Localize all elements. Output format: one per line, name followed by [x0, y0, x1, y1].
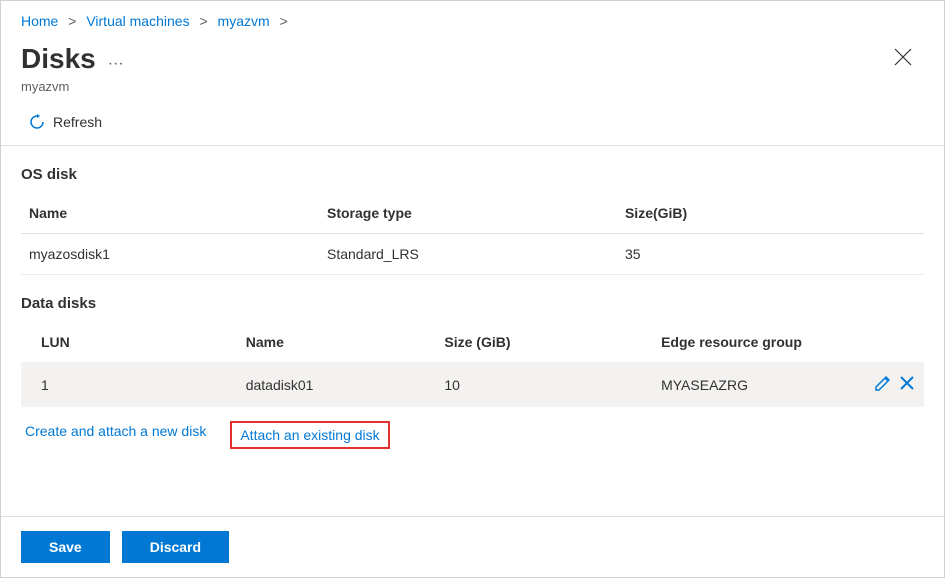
data-disk-size: 10: [436, 362, 653, 407]
chevron-right-icon: >: [280, 13, 288, 29]
breadcrumb-home[interactable]: Home: [21, 13, 58, 29]
data-disk-header-size: Size (GiB): [436, 322, 653, 362]
more-menu[interactable]: ···: [108, 55, 124, 73]
breadcrumb-virtual-machines[interactable]: Virtual machines: [86, 13, 189, 29]
create-attach-new-disk-link[interactable]: Create and attach a new disk: [21, 421, 210, 449]
os-disk-table: Name Storage type Size(GiB) myazosdisk1 …: [21, 193, 924, 275]
os-disk-header-storage-type: Storage type: [319, 193, 617, 234]
data-disk-header-edge-rg: Edge resource group: [653, 322, 852, 362]
breadcrumb-vm-name[interactable]: myazvm: [218, 13, 270, 29]
data-disk-header-lun: LUN: [21, 322, 238, 362]
data-disk-row[interactable]: 1 datadisk01 10 MYASEAZRG: [21, 362, 924, 407]
data-disks-section-title: Data disks: [21, 295, 924, 312]
data-disk-name: datadisk01: [238, 362, 437, 407]
edit-icon[interactable]: [874, 374, 892, 392]
delete-icon[interactable]: [898, 374, 916, 392]
attach-existing-disk-link[interactable]: Attach an existing disk: [230, 421, 389, 449]
os-disk-header-name: Name: [21, 193, 319, 234]
save-button[interactable]: Save: [21, 531, 110, 563]
close-icon[interactable]: [886, 41, 920, 77]
page-subtitle: myazvm: [1, 79, 944, 106]
data-disk-edge-rg: MYASEAZRG: [653, 362, 852, 407]
os-disk-size: 35: [617, 234, 924, 275]
os-disk-section-title: OS disk: [21, 166, 924, 183]
data-disk-lun: 1: [21, 362, 238, 407]
refresh-label: Refresh: [53, 114, 102, 130]
os-disk-name: myazosdisk1: [21, 234, 319, 275]
chevron-right-icon: >: [68, 13, 76, 29]
data-disks-table: LUN Name Size (GiB) Edge resource group …: [21, 322, 924, 407]
data-disk-header-name: Name: [238, 322, 437, 362]
page-title: Disks: [21, 43, 96, 75]
refresh-icon: [29, 114, 45, 130]
discard-button[interactable]: Discard: [122, 531, 229, 563]
os-disk-storage-type: Standard_LRS: [319, 234, 617, 275]
os-disk-row: myazosdisk1 Standard_LRS 35: [21, 234, 924, 275]
os-disk-header-size: Size(GiB): [617, 193, 924, 234]
chevron-right-icon: >: [199, 13, 207, 29]
refresh-button[interactable]: Refresh: [29, 114, 102, 130]
breadcrumb: Home > Virtual machines > myazvm >: [1, 1, 944, 37]
